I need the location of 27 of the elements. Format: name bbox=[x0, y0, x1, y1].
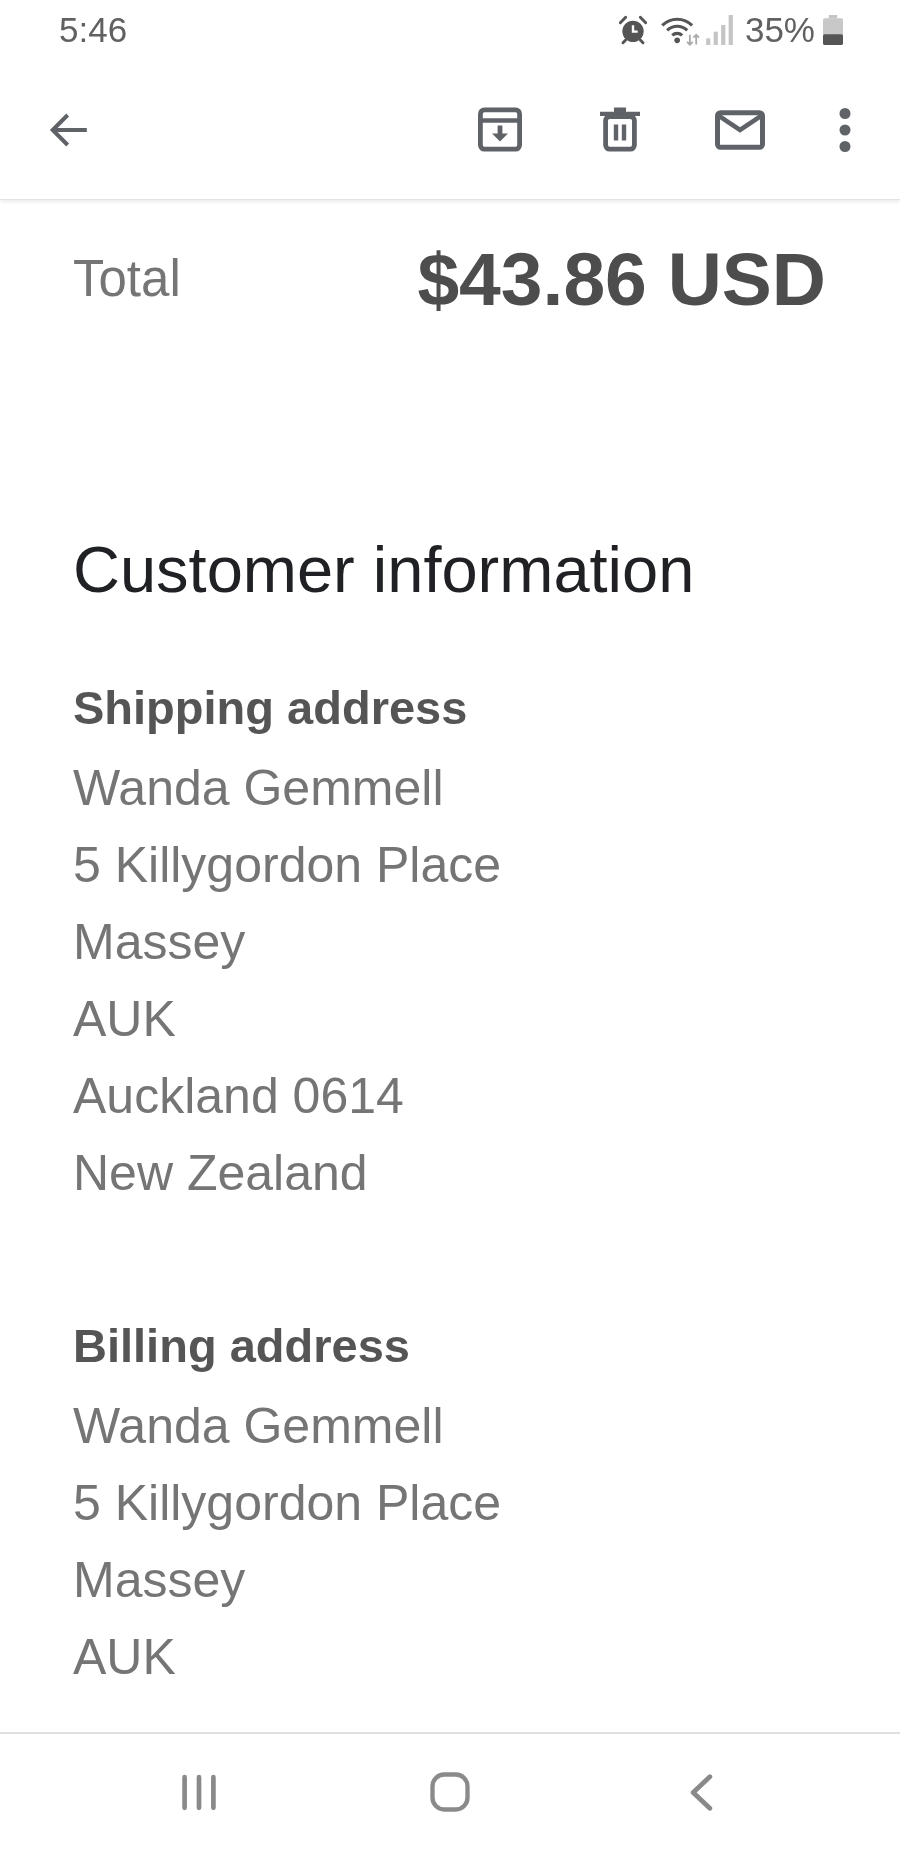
envelope-icon bbox=[715, 109, 765, 150]
signal-bars-icon bbox=[705, 15, 733, 45]
address-heading: Shipping address bbox=[73, 680, 469, 736]
three-lines-icon bbox=[181, 1773, 217, 1811]
section-title: Customer information bbox=[73, 532, 696, 608]
trash-icon bbox=[600, 107, 640, 152]
address-line: 5 Killygordon Place bbox=[73, 836, 503, 895]
address-line: New Zealand bbox=[73, 1144, 369, 1203]
address-line: AUK bbox=[73, 1628, 177, 1687]
address-heading: Billing address bbox=[73, 1318, 411, 1374]
address-line: 5 Killygordon Place bbox=[73, 1474, 503, 1533]
archive-icon bbox=[478, 107, 522, 152]
address-line: Wanda Gemmell bbox=[73, 759, 445, 818]
rounded-square-icon bbox=[430, 1772, 470, 1812]
alarm-clock-icon bbox=[616, 14, 649, 46]
total-label: Total bbox=[73, 249, 181, 309]
more-vertical-icon bbox=[839, 107, 851, 152]
address-line: AUK bbox=[73, 990, 177, 1049]
total-amount: $43.86 USD bbox=[417, 236, 826, 322]
battery-percent: 35% bbox=[744, 10, 815, 50]
address-line: Massey bbox=[73, 913, 247, 972]
chevron-left-icon bbox=[689, 1773, 713, 1811]
address-line: Massey bbox=[73, 1551, 247, 1610]
address-line: Auckland 0614 bbox=[73, 1067, 405, 1126]
battery-icon bbox=[823, 15, 843, 45]
address-line: Wanda Gemmell bbox=[73, 1397, 445, 1456]
status-time: 5:46 bbox=[59, 10, 128, 50]
